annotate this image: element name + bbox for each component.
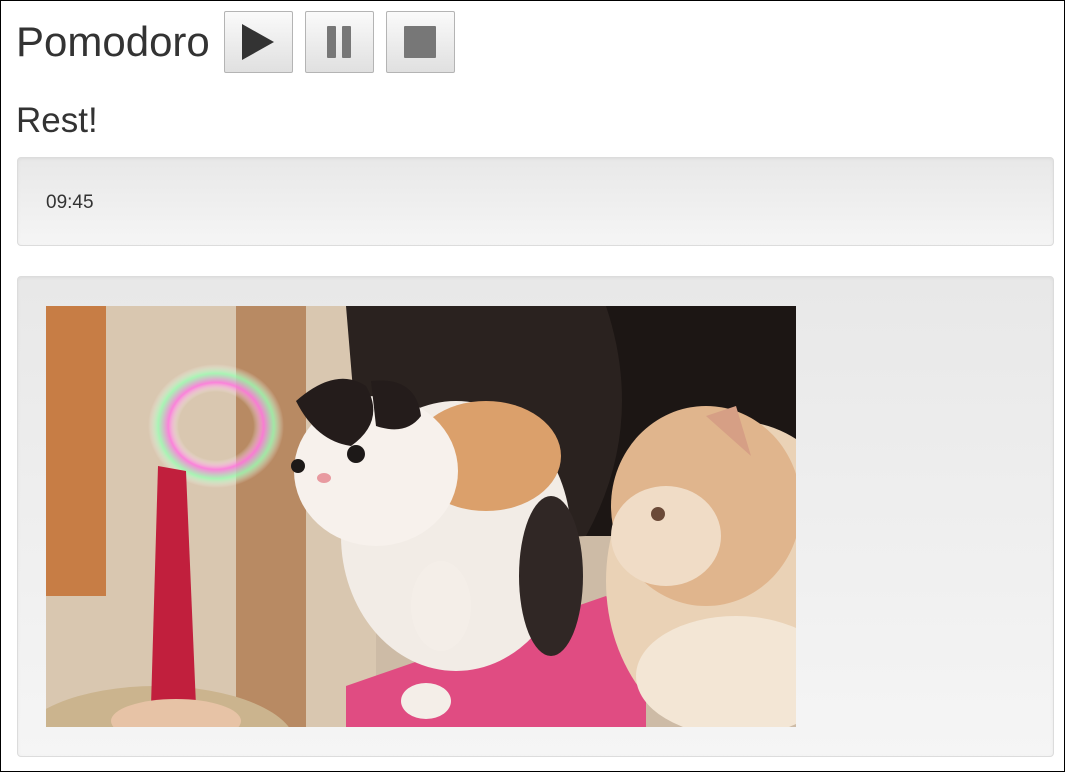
header: Pomodoro — [16, 11, 467, 73]
cat-gif — [46, 306, 796, 727]
pause-button[interactable] — [304, 11, 374, 73]
play-button[interactable] — [223, 11, 293, 73]
stop-icon — [404, 26, 437, 58]
timer-display: 09:45 — [46, 192, 94, 213]
play-icon — [242, 24, 275, 60]
stop-button[interactable] — [385, 11, 455, 73]
timer-panel: 09:45 — [17, 157, 1054, 246]
app-title: Pomodoro — [16, 18, 210, 65]
status-label: Rest! — [16, 101, 98, 140]
pause-icon — [327, 26, 352, 58]
media-panel — [17, 276, 1054, 757]
